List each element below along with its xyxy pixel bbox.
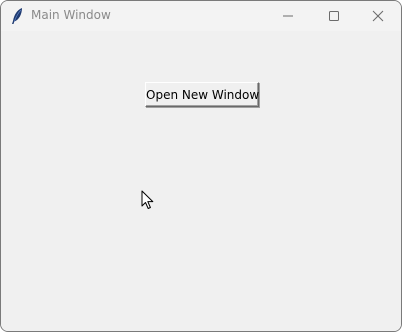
- title-bar[interactable]: Main Window: [1, 1, 401, 31]
- close-icon: [372, 10, 384, 22]
- main-window: Main Window Open New Window: [0, 0, 402, 332]
- maximize-icon: [329, 11, 339, 21]
- minimize-icon: [283, 15, 293, 17]
- client-area: Open New Window: [1, 31, 401, 331]
- feather-icon: [9, 7, 25, 25]
- window-title: Main Window: [31, 8, 111, 22]
- arrow-cursor-icon: [141, 190, 155, 210]
- maximize-button[interactable]: [311, 1, 357, 31]
- close-button[interactable]: [355, 1, 401, 31]
- minimize-button[interactable]: [265, 1, 311, 31]
- open-new-window-button[interactable]: Open New Window: [145, 82, 259, 107]
